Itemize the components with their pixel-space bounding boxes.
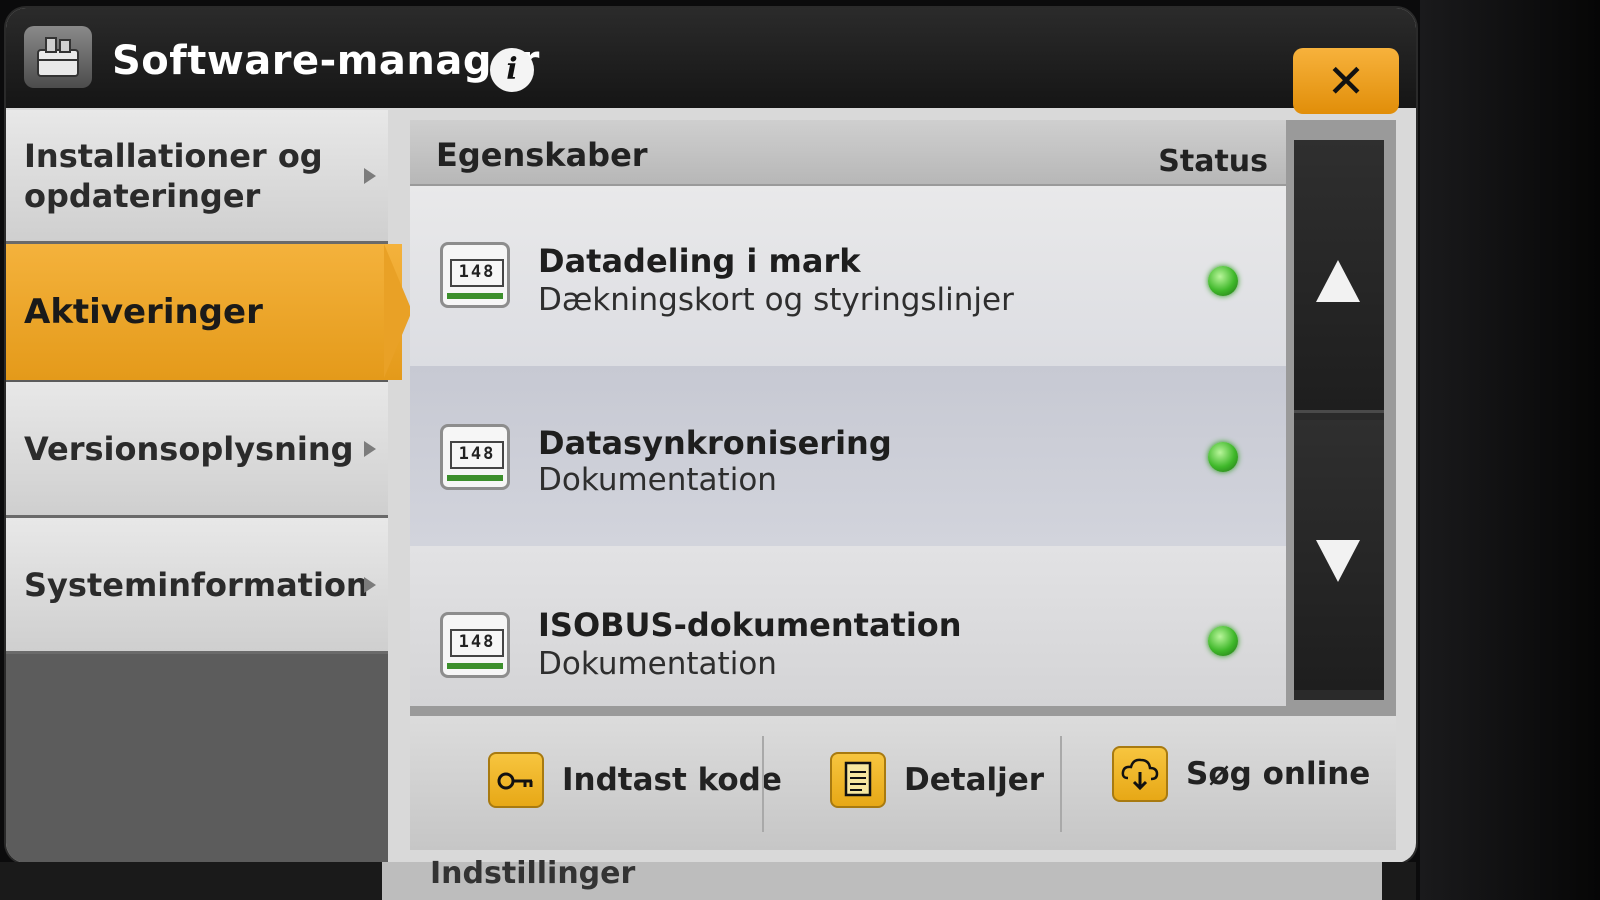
activation-icon-digits: 148 (450, 629, 504, 657)
active-indicator (384, 244, 412, 378)
divider (1060, 736, 1062, 832)
scroll-down-button[interactable] (1294, 420, 1384, 690)
software-manager-icon (24, 26, 92, 88)
info-icon[interactable]: i (490, 48, 534, 92)
cloud-download-icon (1112, 746, 1168, 802)
activation-list: 148 Datadeling i mark Dækningskort og st… (410, 186, 1286, 706)
divider (762, 736, 764, 832)
sidebar: Installationer og opdateringer Aktiverin… (6, 110, 412, 863)
status-led-icon (1208, 442, 1238, 472)
sidebar-item-label: Systeminformation (24, 565, 369, 604)
document-icon (830, 752, 886, 808)
next-screen-peek: Indstillinger (0, 856, 1416, 900)
arrow-up-icon (1316, 260, 1360, 302)
item-title: ISOBUS-dokumentation (538, 606, 962, 644)
chevron-right-icon (364, 167, 376, 184)
sidebar-item-label: Aktiveringer (24, 292, 263, 332)
list-item[interactable]: 148 ISOBUS-dokumentation Dokumentation (410, 546, 1286, 706)
settings-label-peek: Indstillinger (430, 856, 636, 891)
chevron-right-icon (364, 440, 376, 457)
list-item[interactable]: 148 Datasynkronisering Dokumentation (410, 366, 1286, 546)
status-led-icon (1208, 626, 1238, 656)
sidebar-item-installations[interactable]: Installationer og opdateringer (6, 110, 388, 244)
scroll-up-button[interactable] (1294, 140, 1384, 413)
column-header-properties: Egenskaber (436, 136, 648, 174)
table-header: Egenskaber Status (410, 120, 1286, 184)
activation-icon: 148 (440, 242, 510, 308)
activation-icon: 148 (440, 424, 510, 490)
chevron-right-icon (364, 576, 376, 593)
search-online-label: Søg online (1186, 756, 1371, 792)
enter-code-label: Indtast kode (562, 762, 782, 798)
device-bezel (1420, 0, 1600, 900)
arrow-down-icon (1316, 540, 1360, 582)
sidebar-item-activations[interactable]: Aktiveringer (6, 244, 412, 380)
item-title: Datasynkronisering (538, 424, 892, 462)
list-item[interactable]: 148 Datadeling i mark Dækningskort og st… (410, 186, 1286, 366)
item-subtitle: Dækningskort og styringslinjer (538, 282, 1014, 318)
column-header-status: Status (1158, 144, 1268, 179)
sidebar-item-label: Installationer og opdateringer (24, 136, 323, 215)
activation-icon-digits: 148 (450, 259, 504, 287)
close-button[interactable]: ✕ (1293, 48, 1399, 114)
item-subtitle: Dokumentation (538, 462, 777, 498)
activation-icon: 148 (440, 612, 510, 678)
sidebar-item-version-info[interactable]: Versionsoplysninger (6, 382, 388, 518)
title-bar: Software-manager i ✕ (6, 8, 1416, 114)
display-screen: Software-manager i ✕ Installationer og o… (6, 8, 1416, 863)
activations-panel: Egenskaber Status 148 Datadeling i mark … (410, 120, 1396, 850)
status-led-icon (1208, 266, 1238, 296)
details-label: Detaljer (904, 762, 1045, 798)
scrollbar (1294, 140, 1384, 700)
sidebar-item-system-info[interactable]: Systeminformation (6, 518, 388, 654)
item-title: Datadeling i mark (538, 242, 861, 280)
sidebar-item-label: Versionsoplysninger (24, 429, 354, 468)
action-bar: Indtast kode Detaljer Søg online (410, 716, 1396, 850)
item-subtitle: Dokumentation (538, 646, 777, 682)
page-title: Software-manager (112, 38, 540, 84)
key-icon (488, 752, 544, 808)
activation-icon-digits: 148 (450, 441, 504, 469)
